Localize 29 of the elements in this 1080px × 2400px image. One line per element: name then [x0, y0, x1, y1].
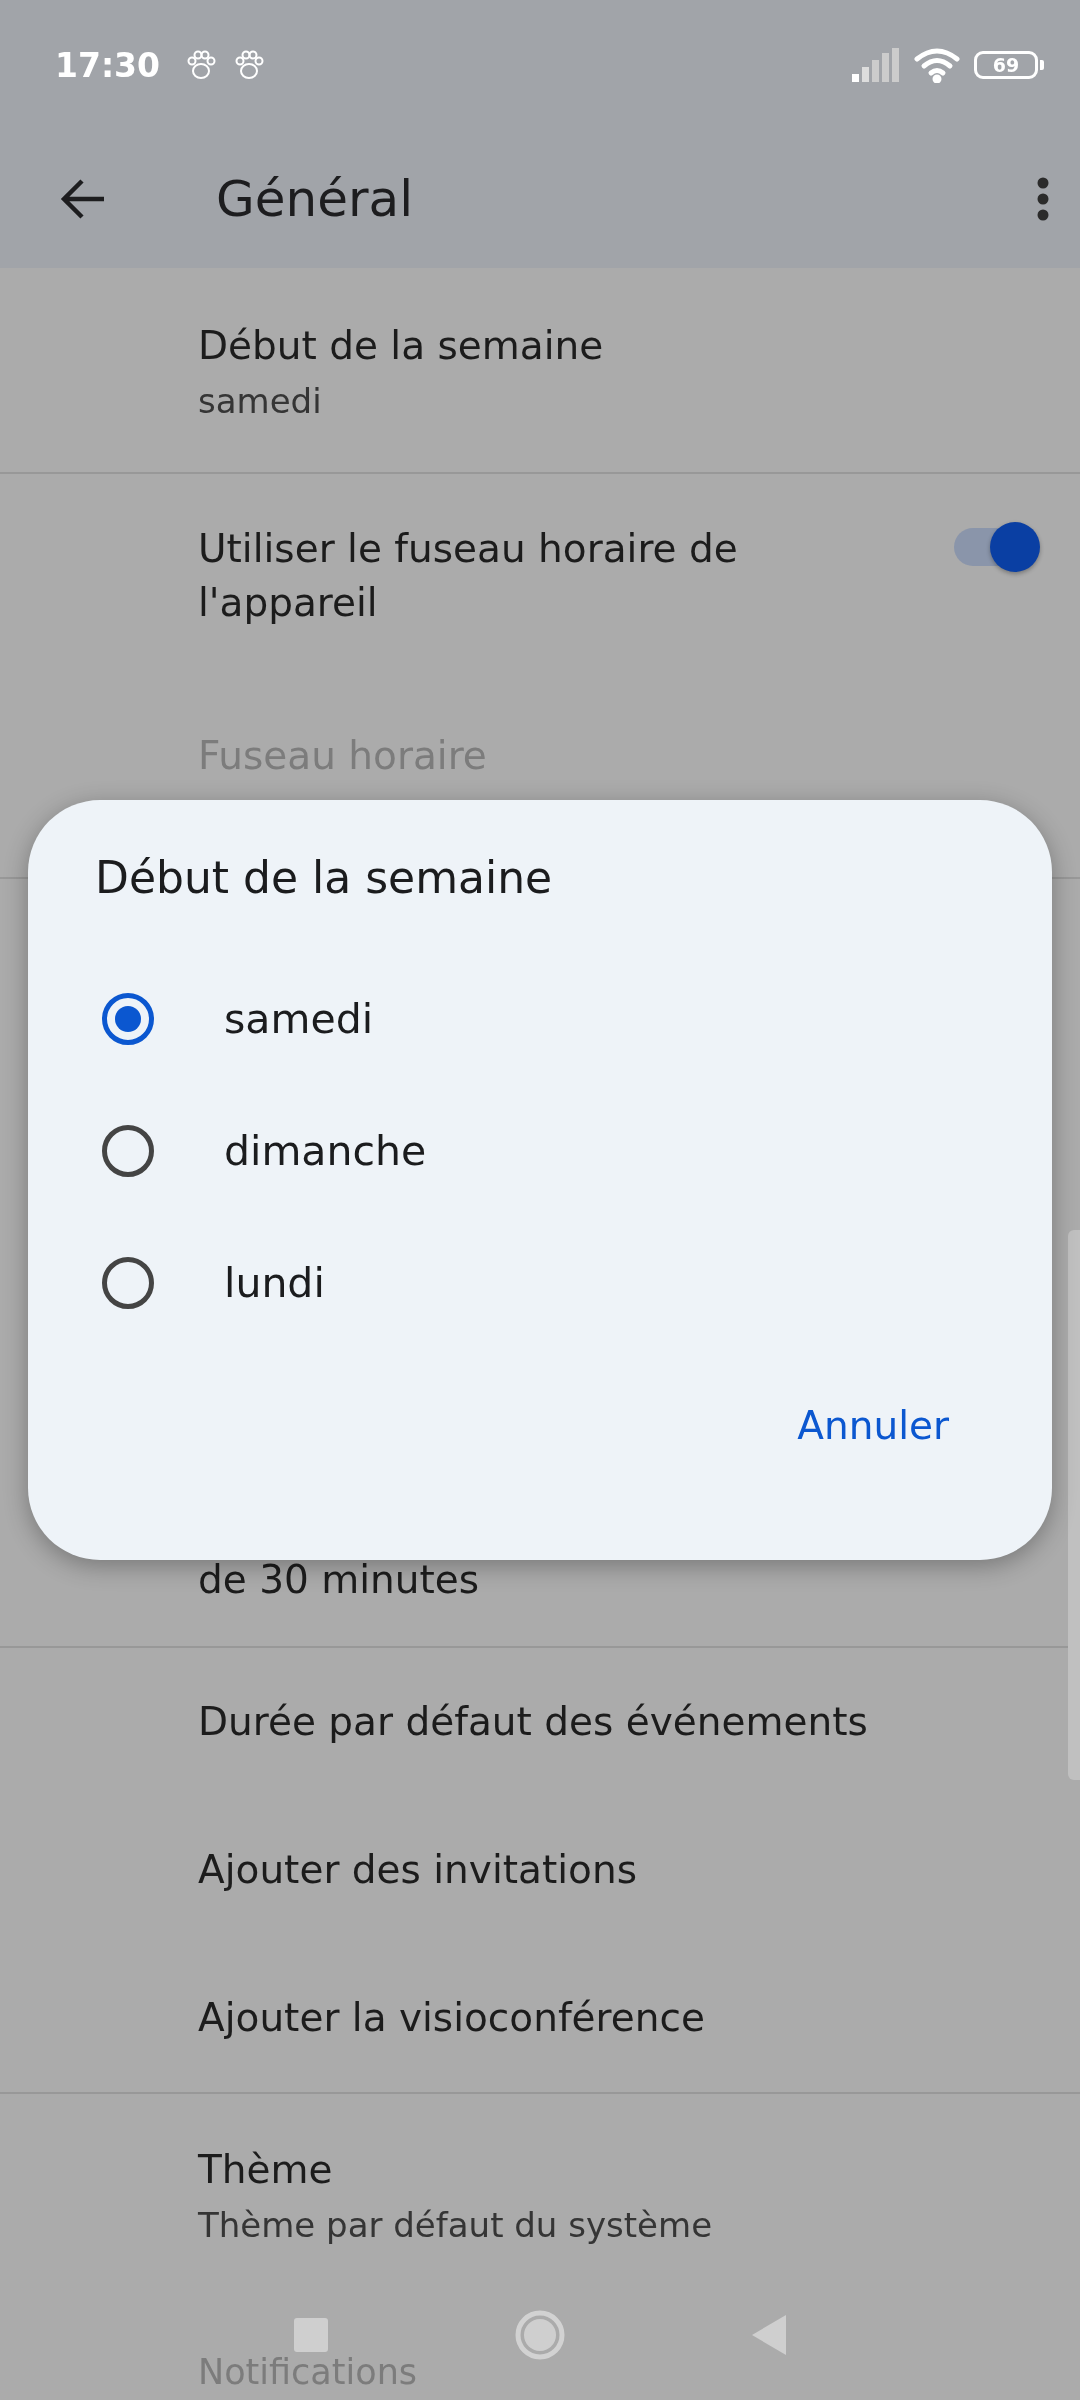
- setting-title[interactable]: Ajouter des invitations: [198, 1843, 1040, 1897]
- radio-button[interactable]: [102, 1125, 154, 1177]
- more-options-button[interactable]: [1036, 177, 1050, 221]
- back-arrow-icon: [60, 179, 106, 219]
- clock: 17:30: [55, 45, 161, 85]
- radio-button[interactable]: [102, 993, 154, 1045]
- wifi-icon: [914, 47, 960, 83]
- option-label[interactable]: samedi: [224, 995, 374, 1043]
- toggle-switch[interactable]: [954, 522, 1040, 572]
- setting-value: Thème par défaut du système: [198, 2204, 714, 2245]
- triangle-icon: [752, 2315, 787, 2355]
- setting-value: de 30 minutes: [198, 1557, 481, 1602]
- option-label[interactable]: lundi: [224, 1259, 325, 1307]
- radio-button[interactable]: [102, 1257, 154, 1309]
- circle-icon: [515, 2310, 565, 2360]
- more-vertical-icon: [1036, 177, 1050, 221]
- option-label[interactable]: dimanche: [224, 1127, 427, 1175]
- back-button[interactable]: [60, 179, 106, 219]
- setting-title[interactable]: Thème: [198, 2143, 1040, 2197]
- setting-title[interactable]: Ajouter la visioconférence: [198, 1991, 1040, 2045]
- cancel-button[interactable]: Annuler: [767, 1389, 979, 1462]
- signal-icon: [852, 48, 900, 82]
- dialog-title: Début de la semaine: [95, 852, 554, 903]
- setting-title[interactable]: Début de la semaine: [198, 319, 1040, 373]
- square-icon: [293, 2318, 328, 2352]
- setting-title[interactable]: Durée par défaut des événements: [198, 1695, 1040, 1749]
- screen-title: Général: [216, 170, 415, 228]
- setting-value: samedi: [198, 380, 323, 421]
- setting-title[interactable]: Utiliser le fuseau horaire de l'appareil: [198, 522, 798, 630]
